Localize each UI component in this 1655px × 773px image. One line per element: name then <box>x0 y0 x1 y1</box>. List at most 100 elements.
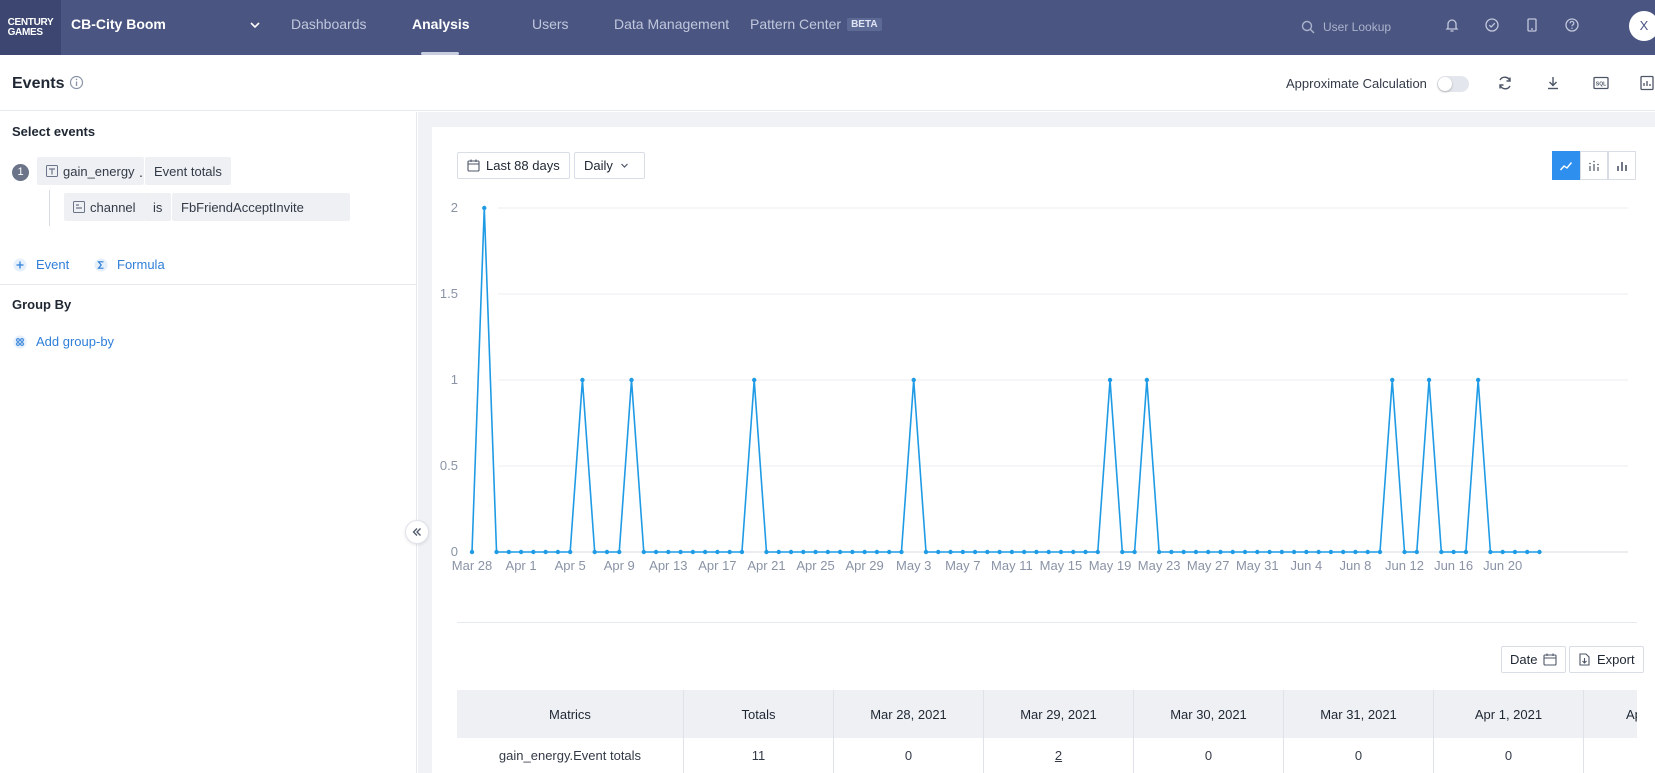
data-point[interactable] <box>1255 549 1260 555</box>
nav-users[interactable]: Users <box>532 16 569 32</box>
data-point[interactable] <box>739 549 745 555</box>
data-point[interactable] <box>776 549 781 555</box>
data-point[interactable] <box>886 549 892 555</box>
data-point[interactable] <box>899 549 904 555</box>
table-header-cell[interactable]: Mar 29, 2021 <box>984 690 1134 738</box>
bell-icon[interactable] <box>1443 16 1461 34</box>
table-header-cell[interactable]: Mar 28, 2021 <box>834 690 984 738</box>
data-point[interactable] <box>936 549 941 555</box>
check-circle-icon[interactable] <box>1483 16 1501 34</box>
data-point[interactable] <box>862 549 867 555</box>
table-header-cell[interactable]: Matrics <box>457 690 684 738</box>
data-point[interactable] <box>629 377 634 383</box>
data-point[interactable] <box>1451 549 1456 555</box>
user-avatar[interactable]: X <box>1629 11 1655 41</box>
data-point[interactable] <box>997 549 1002 555</box>
data-point[interactable] <box>1414 549 1419 555</box>
chevron-down-icon[interactable] <box>248 18 262 32</box>
data-point[interactable] <box>1071 549 1076 555</box>
data-point[interactable] <box>1058 549 1064 555</box>
data-point[interactable] <box>1463 549 1469 555</box>
data-point[interactable] <box>518 549 524 555</box>
filter-value-chip[interactable]: FbFriendAcceptInvite <box>172 193 350 221</box>
data-point[interactable] <box>764 549 769 555</box>
data-point[interactable] <box>1095 549 1100 555</box>
table-header-cell[interactable]: Mar 30, 2021 <box>1134 690 1284 738</box>
data-point[interactable] <box>1181 549 1186 555</box>
collapse-panel-button[interactable] <box>405 520 429 544</box>
data-point[interactable] <box>985 549 990 555</box>
table-header-cell[interactable]: Apr 1, 2021 <box>1434 690 1584 738</box>
info-icon[interactable] <box>69 75 84 90</box>
data-point[interactable] <box>592 549 597 555</box>
data-point[interactable] <box>1132 549 1137 555</box>
data-point[interactable] <box>1144 377 1150 383</box>
export-button[interactable]: Export <box>1569 646 1644 673</box>
tablet-icon[interactable] <box>1523 16 1541 34</box>
data-point[interactable] <box>874 549 880 555</box>
add-group-by-button[interactable]: Add group-by <box>13 334 114 349</box>
data-point[interactable] <box>1230 549 1235 555</box>
bar-chart-button[interactable] <box>1608 151 1636 180</box>
data-point[interactable] <box>1120 549 1125 555</box>
table-header-cell[interactable]: Ap <box>1584 690 1637 738</box>
data-point[interactable] <box>1034 549 1039 555</box>
data-point[interactable] <box>469 549 475 555</box>
data-point[interactable] <box>1107 377 1113 383</box>
data-point[interactable] <box>543 549 548 555</box>
data-point[interactable] <box>555 549 561 555</box>
approximate-calculation-toggle[interactable] <box>1437 76 1469 92</box>
data-point[interactable] <box>727 549 732 555</box>
dot-bar-chart-button[interactable] <box>1580 151 1608 180</box>
event-metric-chip[interactable]: Event totals <box>145 157 231 185</box>
data-point[interactable] <box>641 549 646 555</box>
data-point[interactable] <box>1365 549 1370 555</box>
add-formula-button[interactable]: Formula <box>94 257 165 272</box>
data-point[interactable] <box>617 549 622 555</box>
data-point[interactable] <box>1169 549 1174 555</box>
data-point[interactable] <box>813 549 818 555</box>
sql-icon[interactable]: SQL <box>1591 73 1611 93</box>
data-point[interactable] <box>972 549 978 555</box>
data-point[interactable] <box>1279 549 1285 555</box>
data-point[interactable] <box>1267 549 1272 555</box>
data-point[interactable] <box>506 549 512 555</box>
data-point[interactable] <box>1500 549 1505 555</box>
data-point[interactable] <box>1390 377 1395 383</box>
data-point[interactable] <box>1340 549 1346 555</box>
data-point[interactable] <box>1426 377 1432 383</box>
data-point[interactable] <box>960 549 965 555</box>
data-point[interactable] <box>702 549 708 555</box>
date-range-picker[interactable]: Last 88 days <box>457 152 570 179</box>
data-point[interactable] <box>1316 549 1321 555</box>
data-point[interactable] <box>1402 549 1407 555</box>
nav-pattern-center[interactable]: Pattern Center BETA <box>750 16 882 32</box>
event-name-chip[interactable]: gain_energy <box>37 157 144 185</box>
data-point[interactable] <box>1291 549 1297 555</box>
table-header-cell[interactable]: Totals <box>684 690 834 738</box>
data-point[interactable] <box>580 377 585 383</box>
nav-analysis[interactable]: Analysis <box>412 16 470 32</box>
data-point[interactable] <box>825 549 831 555</box>
data-point[interactable] <box>1083 549 1088 555</box>
data-point[interactable] <box>911 377 916 383</box>
data-point[interactable] <box>752 377 757 383</box>
data-point[interactable] <box>801 549 806 555</box>
data-point[interactable] <box>494 549 499 555</box>
data-point[interactable] <box>948 549 953 555</box>
download-icon[interactable] <box>1543 73 1563 93</box>
data-point[interactable] <box>1377 549 1383 555</box>
data-point[interactable] <box>1242 549 1248 555</box>
data-point[interactable] <box>1304 549 1309 555</box>
nav-dashboards[interactable]: Dashboards <box>291 16 367 32</box>
data-point[interactable] <box>1512 549 1518 555</box>
data-point[interactable] <box>678 549 683 555</box>
data-point[interactable] <box>1206 549 1211 555</box>
data-point[interactable] <box>923 549 929 555</box>
project-name[interactable]: CB-City Boom <box>71 16 166 32</box>
data-point[interactable] <box>1046 549 1051 555</box>
table-cell-link[interactable]: 2 <box>984 738 1134 773</box>
data-point[interactable] <box>1353 549 1358 555</box>
data-point[interactable] <box>1021 549 1027 555</box>
filter-operator-chip[interactable]: is <box>144 193 172 221</box>
